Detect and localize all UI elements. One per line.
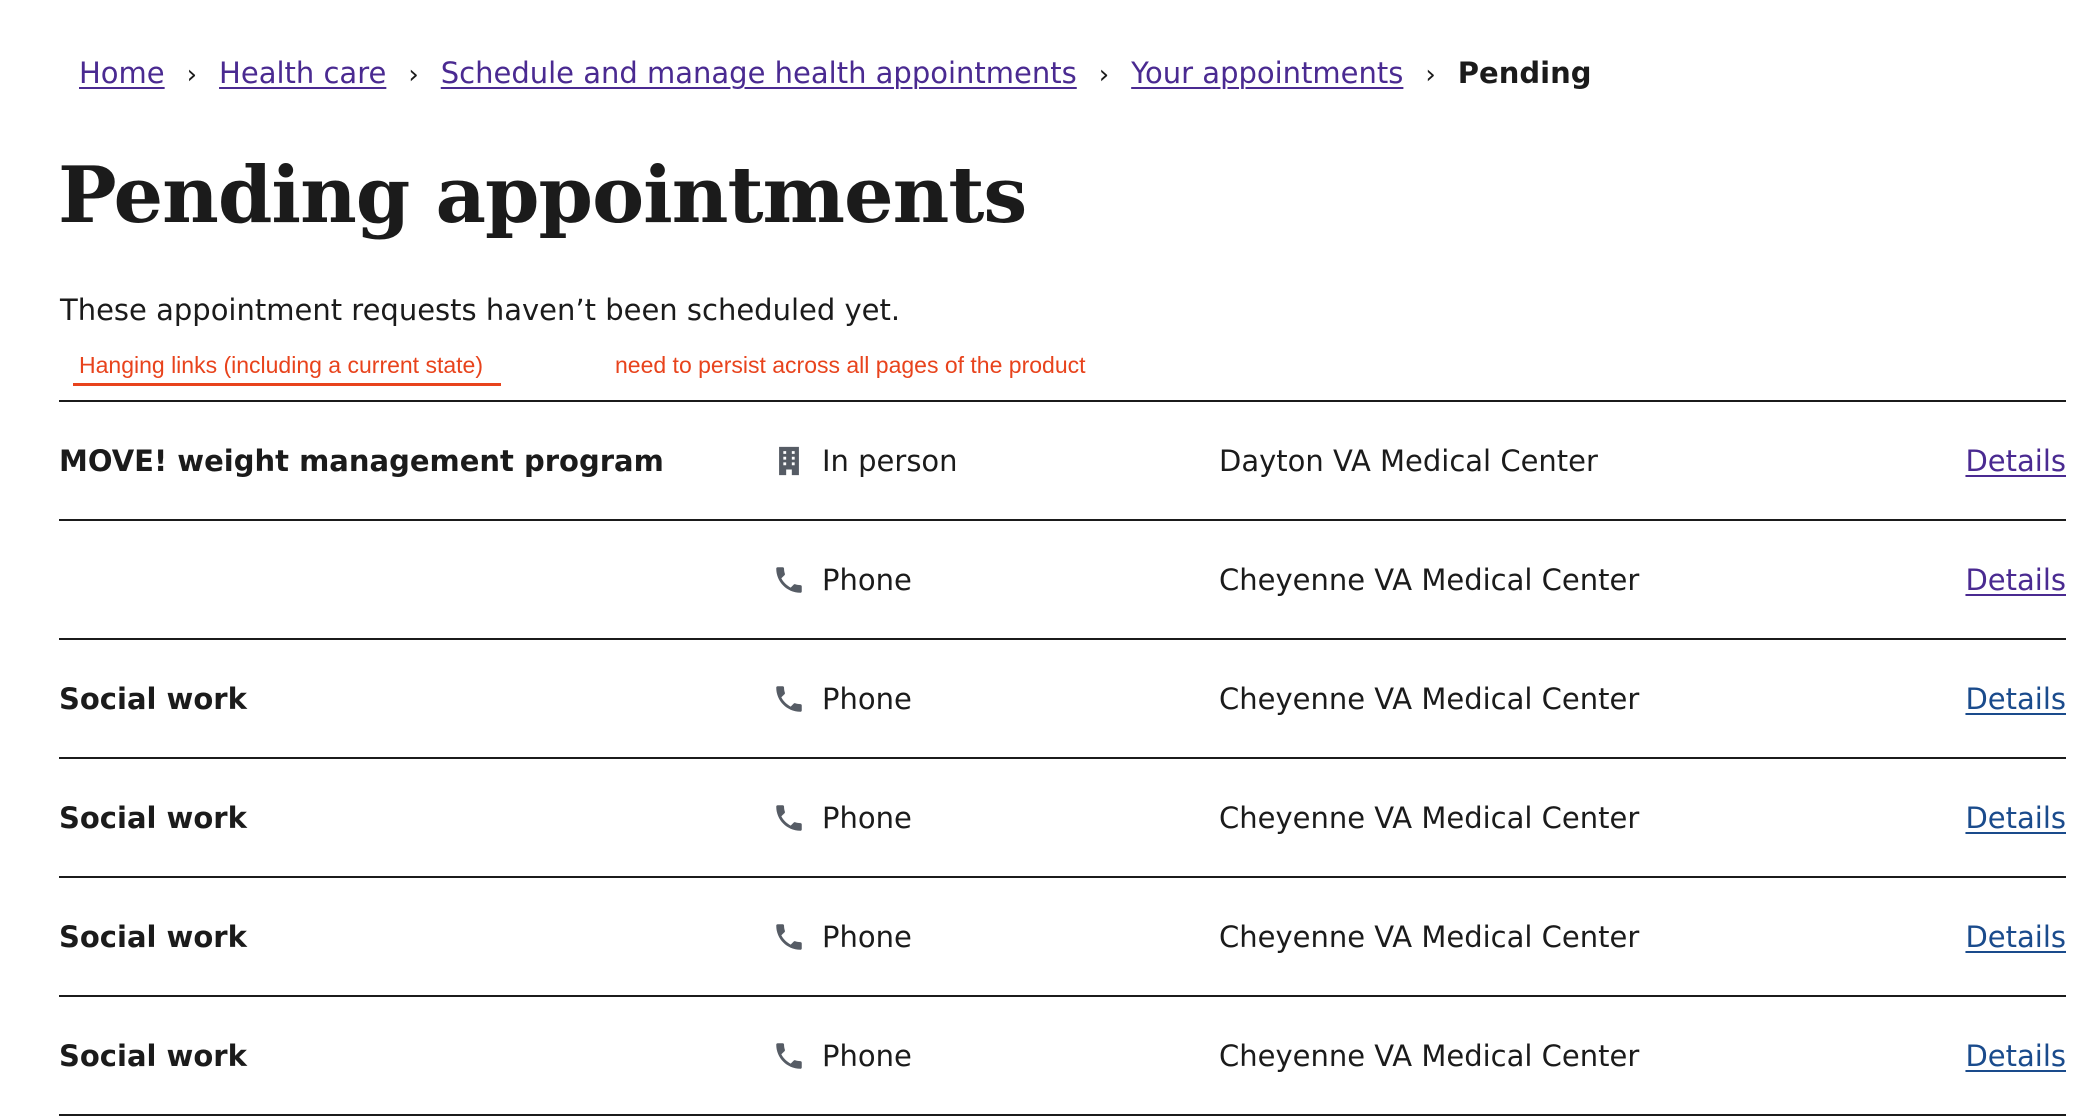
phone-icon <box>776 1042 802 1069</box>
appointment-type: Social work <box>59 1038 247 1073</box>
phone-icon <box>776 923 802 950</box>
annotation-underline <box>73 383 501 386</box>
breadcrumb-link-health-care[interactable]: Health care <box>219 56 386 90</box>
breadcrumb-current: Pending <box>1457 56 1592 90</box>
appointment-row: Social work Phone Cheyenne VA Medical Ce… <box>59 640 2066 759</box>
appointment-location: Cheyenne VA Medical Center <box>1219 1038 1640 1073</box>
appointment-modality: Phone <box>772 682 912 716</box>
details-link[interactable]: Details <box>1965 1039 2066 1073</box>
appointment-list: MOVE! weight management program In perso… <box>59 400 2066 1116</box>
breadcrumb-separator: › <box>408 60 419 90</box>
appointment-row: MOVE! weight management program In perso… <box>59 402 2066 521</box>
breadcrumb-separator: › <box>186 60 198 90</box>
appointment-modality: Phone <box>772 1039 912 1073</box>
appointment-modality: Phone <box>772 920 912 954</box>
appointment-modality-label: Phone <box>822 1038 912 1073</box>
appointment-modality-label: In person <box>822 443 958 478</box>
phone-icon <box>776 566 802 593</box>
appointment-row: Phone Cheyenne VA Medical Center Details <box>59 521 2066 640</box>
appointment-type: Social work <box>59 681 247 716</box>
appointment-row: Social work Phone Cheyenne VA Medical Ce… <box>59 997 2066 1116</box>
appointment-modality: Phone <box>772 801 912 835</box>
page-title: Pending appointments <box>58 150 1027 241</box>
appointment-location: Cheyenne VA Medical Center <box>1219 919 1640 954</box>
details-link[interactable]: Details <box>1965 444 2066 478</box>
breadcrumb-link-schedule-manage[interactable]: Schedule and manage health appointments <box>441 56 1077 90</box>
appointment-type: Social work <box>59 919 247 954</box>
details-link[interactable]: Details <box>1965 682 2066 716</box>
appointment-modality: In person <box>772 444 958 478</box>
phone-icon <box>776 804 802 831</box>
building-icon <box>779 446 799 475</box>
details-link[interactable]: Details <box>1965 920 2066 954</box>
breadcrumb-link-your-appointments[interactable]: Your appointments <box>1131 56 1403 90</box>
appointment-type: MOVE! weight management program <box>59 443 664 478</box>
appointment-modality-label: Phone <box>822 681 912 716</box>
appointment-modality-label: Phone <box>822 919 912 954</box>
appointment-row: Social work Phone Cheyenne VA Medical Ce… <box>59 759 2066 878</box>
annotation-note-persist: need to persist across all pages of the … <box>615 352 1086 378</box>
appointment-row: Social work Phone Cheyenne VA Medical Ce… <box>59 878 2066 997</box>
details-link[interactable]: Details <box>1965 563 2066 597</box>
breadcrumb-link-home[interactable]: Home <box>79 56 165 90</box>
appointment-location: Cheyenne VA Medical Center <box>1219 681 1640 716</box>
appointment-modality-label: Phone <box>822 800 912 835</box>
annotation-note-hanging-links: Hanging links (including a current state… <box>79 352 483 378</box>
breadcrumb: Home › Health care › Schedule and manage… <box>79 56 1591 90</box>
appointment-modality: Phone <box>772 563 912 597</box>
page-intro: These appointment requests haven’t been … <box>60 293 901 327</box>
breadcrumb-separator: › <box>1425 60 1436 90</box>
appointment-location: Cheyenne VA Medical Center <box>1219 800 1640 835</box>
appointment-modality-label: Phone <box>822 562 912 597</box>
appointment-location: Cheyenne VA Medical Center <box>1219 562 1640 597</box>
appointment-type: Social work <box>59 800 247 835</box>
appointment-location: Dayton VA Medical Center <box>1219 443 1598 478</box>
phone-icon <box>776 685 802 712</box>
breadcrumb-separator: › <box>1098 60 1110 90</box>
details-link[interactable]: Details <box>1965 801 2066 835</box>
